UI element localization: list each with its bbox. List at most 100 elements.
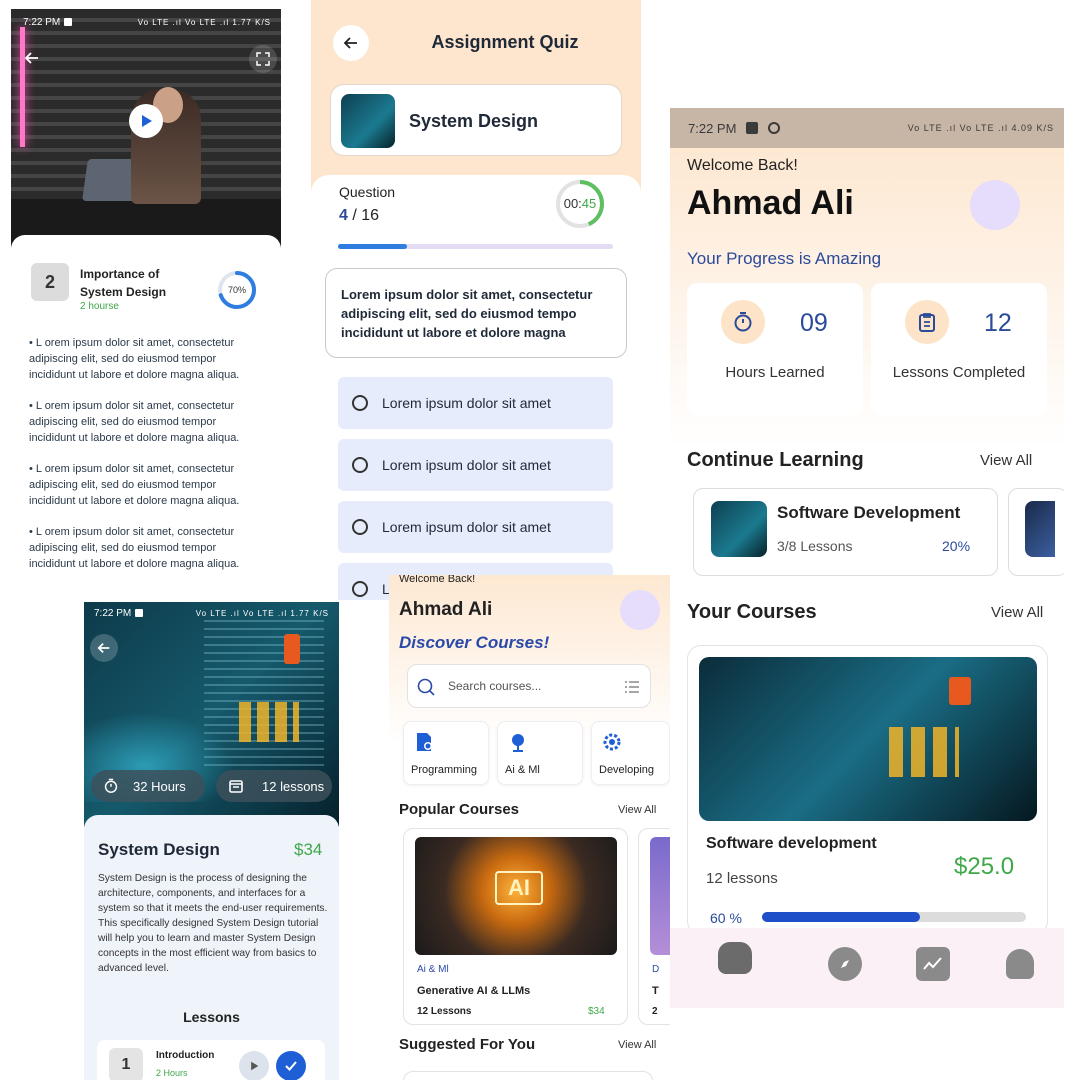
lesson-row[interactable]: 1 Introduction 2 Hours [97,1040,325,1080]
search-placeholder: Search courses... [448,679,542,693]
course-image: AI [415,837,617,955]
calendar-icon [229,780,243,793]
course-progress-fill [762,912,921,922]
timer-seconds: 45 [581,196,597,211]
stat-icon-bg [905,300,949,344]
answer-option[interactable]: Lorem ipsum dolor sit amet [338,439,613,491]
compass-icon[interactable] [828,947,862,981]
timer-text: 00:45 [555,196,605,211]
category-developing[interactable]: Developing [591,721,670,785]
radio-icon [352,457,368,473]
course-title: Software development [706,835,877,852]
question-progress-track [338,244,613,249]
course-lessons: 12 lessons [706,870,778,887]
course-card[interactable]: Software development 12 lessons $25.0 60… [687,645,1048,935]
lesson-video-screen: 7:22 PM Vo LTE .ıl Vo LTE .ıl 1.77 K/S 2… [11,9,281,574]
search-input[interactable]: Search courses... [407,664,651,708]
question-text: Lorem ipsum dolor sit amet, consectetur … [325,268,627,358]
fullscreen-button[interactable] [249,45,277,73]
answer-option[interactable]: Lorem ipsum dolor sit amet [338,501,613,553]
chart-icon[interactable] [916,947,950,981]
avatar[interactable] [620,590,660,630]
bell-icon[interactable] [1006,949,1034,979]
stat-card-lessons: 12 Lessons Completed [871,283,1047,415]
status-bar: 7:22 PM Vo LTE .ıl Vo LTE .ıl 1.77 K/S [94,606,339,620]
course-title: T [652,985,659,997]
bullet-item: • L orem ipsum dolor sit amet, consectet… [29,463,240,507]
lesson-duration: 2 hourse [80,301,119,312]
lesson-progress-label: 70% [227,285,246,295]
bullet-item: • L orem ipsum dolor sit amet, consectet… [29,337,240,381]
back-button[interactable] [19,45,45,71]
lesson-title: Introduction [156,1050,215,1061]
continue-view-all-link[interactable]: View All [980,452,1032,469]
arrow-left-icon [97,643,110,653]
lessons-text: 12 lessons [262,778,325,794]
course-price: $34 [588,1006,605,1017]
stat-value: 12 [984,309,1012,337]
lesson-progress-ring: 70% [217,270,257,310]
status-time: 7:22 PM [688,120,737,136]
html5-icon [949,677,971,705]
category-label: Programming [411,764,478,776]
course-lessons: 2 [652,1006,658,1017]
bullet-text: L orem ipsum dolor sit amet, consectetur… [29,526,240,570]
dashboard-screen: 7:22 PM Vo LTE .ıl Vo LTE .ıl 4.09 K/S W… [670,108,1064,1008]
course-thumbnail [1025,501,1055,557]
popular-course-card[interactable]: AI Ai & Ml Generative AI & LLMs 12 Lesso… [403,828,628,1025]
progress-message: Your Progress is Amazing [687,249,882,268]
course-category: Ai & Ml [417,964,449,975]
courses-view-all-link[interactable]: View All [991,604,1043,621]
welcome-text: Welcome Back! [687,157,798,174]
lesson-detail-sheet: 2 Importance of System Design 2 hourse 7… [11,235,281,574]
question-progress-fill [338,244,407,249]
notification-icon [135,609,144,617]
play-icon [251,1061,259,1071]
course-title: Software Development [777,503,961,522]
course-detail-screen: 7:22 PM Vo LTE .ıl Vo LTE .ıl 1.77 K/S 3… [84,602,339,1080]
play-button[interactable] [129,104,163,138]
ai-badge: AI [495,871,543,905]
popular-course-card-next[interactable]: D T 2 [638,828,670,1025]
video-neon-light [20,27,25,147]
status-signal: Vo LTE .ıl Vo LTE .ıl 1.77 K/S [195,608,329,618]
course-card[interactable]: System Design [330,84,622,156]
code-file-icon [417,733,432,751]
search-icon [417,678,435,696]
course-image [699,657,1037,821]
lesson-play-button[interactable] [239,1051,269,1080]
timer-icon [104,778,118,793]
suggested-view-all-link[interactable]: View All [618,1039,656,1051]
suggested-course-card[interactable] [403,1071,653,1080]
user-name: Ahmad Ali [687,184,854,222]
status-signal: Vo LTE .ıl Vo LTE .ıl 4.09 K/S [907,123,1054,133]
answer-option[interactable]: Lorem ipsum dolor sit amet [338,377,613,429]
continue-course-card-next[interactable] [1008,488,1064,576]
category-programming[interactable]: Programming [403,721,489,785]
course-percent: 20% [942,538,971,554]
answer-option-label: Lorem ipsum dolor sit amet [382,395,551,411]
question-total: / 16 [352,207,380,224]
filter-list-icon[interactable] [624,680,640,694]
continue-course-card[interactable]: Software Development 3/8 Lessons 20% [693,488,998,576]
bullet-item: • L orem ipsum dolor sit amet, consectet… [29,400,240,444]
bullet-text: L orem ipsum dolor sit amet, consectetur… [29,337,240,381]
home-icon[interactable] [718,942,752,974]
avatar[interactable] [970,180,1020,230]
clipboard-icon [919,313,935,332]
back-button[interactable] [90,634,118,662]
lesson-duration: 2 Hours [156,1068,188,1078]
course-name: System Design [409,111,539,131]
popular-view-all-link[interactable]: View All [618,804,656,816]
question-counter: 4 / 16 [339,207,379,225]
check-icon [285,1061,297,1071]
lesson-bullet-list: • L orem ipsum dolor sit amet, consectet… [29,335,261,572]
course-progress-track [762,912,1026,922]
arrow-left-icon [24,52,38,64]
lessons-heading: Lessons [183,1009,240,1025]
lesson-complete-button[interactable] [276,1051,306,1080]
stat-value: 09 [800,309,828,337]
hours-text: 32 Hours [133,778,186,794]
category-ai-ml[interactable]: Ai & Ml [497,721,583,785]
course-description: System Design is the process of designin… [98,873,328,974]
